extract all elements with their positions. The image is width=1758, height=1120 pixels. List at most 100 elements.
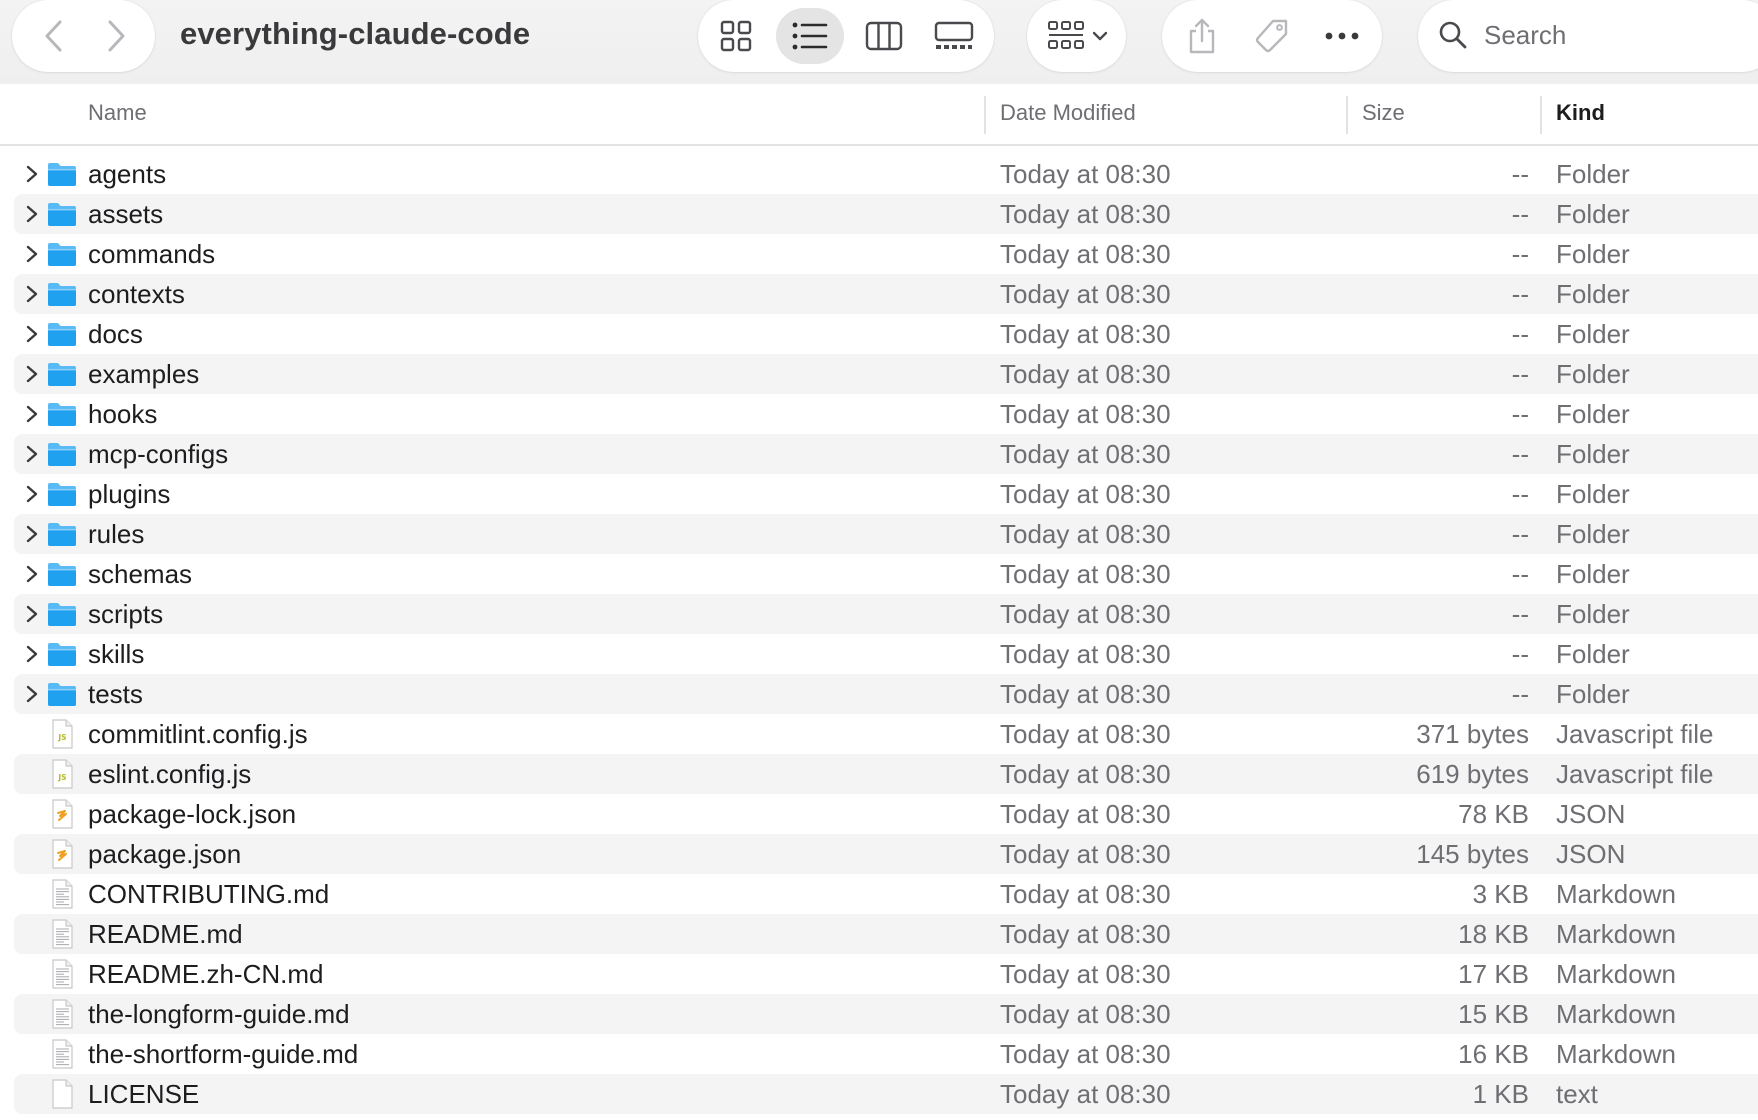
file-size: --	[1511, 679, 1529, 709]
folder-row[interactable]: contexts Today at 08:30 -- Folder	[0, 274, 1758, 314]
group-grid-icon	[1048, 21, 1084, 49]
file-kind: Javascript file	[1556, 759, 1714, 789]
file-date-modified: Today at 08:30	[1000, 279, 1171, 309]
folder-icon	[46, 478, 78, 510]
disclosure-chevron-icon[interactable]	[21, 482, 43, 506]
grid-view-icon	[720, 20, 752, 52]
file-row[interactable]: the-longform-guide.md Today at 08:30 15 KB…	[0, 994, 1758, 1034]
file-row[interactable]: package.json Today at 08:30 145 bytes JSON	[0, 834, 1758, 874]
file-kind: Folder	[1556, 519, 1630, 549]
file-row[interactable]: LICENSE Today at 08:30 1 KB text	[0, 1074, 1758, 1114]
file-size: --	[1511, 559, 1529, 589]
column-header-name[interactable]: Name	[88, 100, 147, 126]
list-view-button[interactable]	[776, 8, 844, 64]
search-field[interactable]: Search	[1418, 0, 1758, 72]
folder-icon	[46, 158, 78, 190]
actions-pill	[1162, 0, 1382, 72]
tag-icon	[1255, 19, 1288, 53]
file-name: commands	[88, 239, 216, 269]
file-name: tests	[88, 679, 143, 709]
file-size: --	[1511, 359, 1529, 389]
file-size: 619 bytes	[1416, 759, 1529, 789]
disclosure-chevron-icon[interactable]	[21, 242, 43, 266]
file-kind: JSON	[1556, 839, 1626, 869]
folder-row[interactable]: docs Today at 08:30 -- Folder	[0, 314, 1758, 354]
file-size: --	[1511, 279, 1529, 309]
file-row[interactable]: JS eslint.config.js Today at 08:30 619 byte…	[0, 754, 1758, 794]
gallery-view-button[interactable]	[924, 8, 984, 64]
disclosure-chevron-icon[interactable]	[21, 322, 43, 346]
folder-row[interactable]: hooks Today at 08:30 -- Folder	[0, 394, 1758, 434]
folder-row[interactable]: schemas Today at 08:30 -- Folder	[0, 554, 1758, 594]
column-divider[interactable]	[984, 96, 986, 134]
folder-row[interactable]: rules Today at 08:30 -- Folder	[0, 514, 1758, 554]
file-date-modified: Today at 08:30	[1000, 719, 1171, 749]
folder-icon	[46, 358, 78, 390]
disclosure-chevron-icon[interactable]	[21, 402, 43, 426]
file-row[interactable]: CONTRIBUTING.md Today at 08:30 3 KB Markdow…	[0, 874, 1758, 914]
folder-row[interactable]: scripts Today at 08:30 -- Folder	[0, 594, 1758, 634]
file-kind: text	[1556, 1079, 1598, 1109]
file-name: eslint.config.js	[88, 759, 252, 789]
file-row[interactable]: package-lock.json Today at 08:30 78 KB JSON	[0, 794, 1758, 834]
disclosure-chevron-icon[interactable]	[21, 682, 43, 706]
file-row[interactable]: README.zh-CN.md Today at 08:30 17 KB Markdo…	[0, 954, 1758, 994]
disclosure-chevron-icon[interactable]	[21, 562, 43, 586]
share-button[interactable]	[1172, 8, 1232, 64]
file-size: 17 KB	[1458, 959, 1529, 989]
more-button[interactable]	[1312, 8, 1372, 64]
file-name: package-lock.json	[88, 799, 297, 829]
folder-icon	[46, 198, 78, 230]
file-row[interactable]: README.md Today at 08:30 18 KB Markdown	[0, 914, 1758, 954]
disclosure-chevron-icon[interactable]	[21, 362, 43, 386]
file-kind: Markdown	[1556, 999, 1676, 1029]
file-date-modified: Today at 08:30	[1000, 1039, 1171, 1069]
file-name: docs	[88, 319, 143, 349]
forward-button[interactable]	[88, 8, 144, 64]
folder-row[interactable]: commands Today at 08:30 -- Folder	[0, 234, 1758, 274]
folder-icon	[46, 438, 78, 470]
column-divider[interactable]	[1540, 96, 1542, 134]
folder-row[interactable]: examples Today at 08:30 -- Folder	[0, 354, 1758, 394]
file-kind: Folder	[1556, 559, 1630, 589]
share-icon	[1189, 18, 1215, 54]
javascript-file-icon: JS	[46, 758, 78, 790]
file-size: 15 KB	[1458, 999, 1529, 1029]
file-date-modified: Today at 08:30	[1000, 559, 1171, 589]
column-header-kind[interactable]: Kind	[1556, 100, 1605, 126]
folder-icon	[46, 598, 78, 630]
folder-row[interactable]: agents Today at 08:30 -- Folder	[0, 154, 1758, 194]
folder-row[interactable]: assets Today at 08:30 -- Folder	[0, 194, 1758, 234]
disclosure-chevron-icon[interactable]	[21, 162, 43, 186]
disclosure-chevron-icon[interactable]	[21, 442, 43, 466]
file-row[interactable]: the-shortform-guide.md Today at 08:30 16 K…	[0, 1034, 1758, 1074]
group-button[interactable]	[1041, 8, 1115, 64]
disclosure-chevron-icon[interactable]	[21, 522, 43, 546]
disclosure-chevron-icon[interactable]	[21, 602, 43, 626]
file-kind: Folder	[1556, 239, 1630, 269]
file-date-modified: Today at 08:30	[1000, 919, 1171, 949]
text-file-icon	[46, 1078, 78, 1110]
folder-row[interactable]: mcp-configs Today at 08:30 -- Folder	[0, 434, 1758, 474]
file-name: examples	[88, 359, 200, 389]
column-view-button[interactable]	[854, 8, 914, 64]
disclosure-chevron-icon[interactable]	[21, 642, 43, 666]
back-button[interactable]	[26, 8, 82, 64]
file-date-modified: Today at 08:30	[1000, 199, 1171, 229]
tag-button[interactable]	[1242, 8, 1302, 64]
disclosure-chevron-icon[interactable]	[21, 282, 43, 306]
disclosure-chevron-icon[interactable]	[21, 202, 43, 226]
folder-row[interactable]: skills Today at 08:30 -- Folder	[0, 634, 1758, 674]
file-row[interactable]: JS commitlint.config.js Today at 08:30 371 …	[0, 714, 1758, 754]
folder-icon	[46, 238, 78, 270]
column-header-size[interactable]: Size	[1362, 100, 1405, 126]
file-kind: Folder	[1556, 159, 1630, 189]
icon-view-button[interactable]	[706, 8, 766, 64]
folder-row[interactable]: tests Today at 08:30 -- Folder	[0, 674, 1758, 714]
file-size: --	[1511, 439, 1529, 469]
column-header-date-modified[interactable]: Date Modified	[1000, 100, 1136, 126]
folder-icon	[46, 278, 78, 310]
file-date-modified: Today at 08:30	[1000, 879, 1171, 909]
folder-row[interactable]: plugins Today at 08:30 -- Folder	[0, 474, 1758, 514]
column-divider[interactable]	[1346, 96, 1348, 134]
